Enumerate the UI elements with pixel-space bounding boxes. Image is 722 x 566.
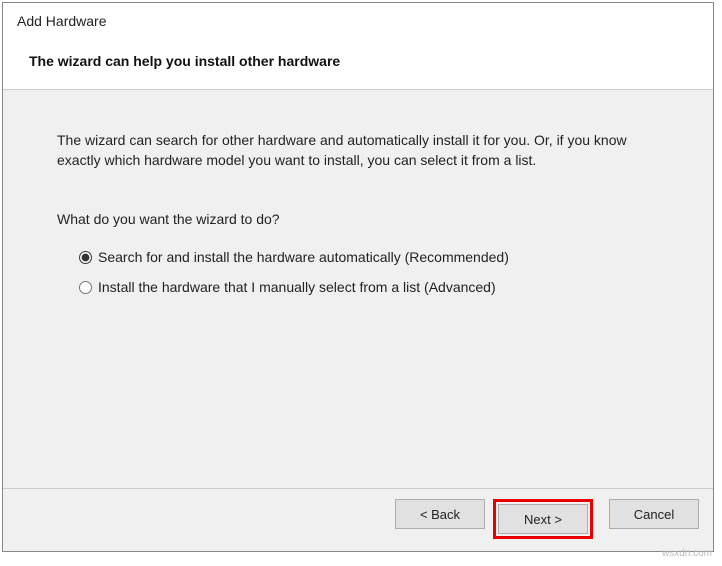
radio-manual-select[interactable] [79,281,92,294]
question-text: What do you want the wizard to do? [57,209,659,229]
option-manual-label: Install the hardware that I manually sel… [98,277,496,297]
cancel-button[interactable]: Cancel [609,499,699,529]
intro-text: The wizard can search for other hardware… [57,130,659,171]
next-button[interactable]: Next > [498,504,588,534]
option-search-automatic[interactable]: Search for and install the hardware auto… [79,247,659,267]
radio-search-automatic[interactable] [79,251,92,264]
dialog-header: Add Hardware The wizard can help you ins… [3,3,713,90]
dialog-title: Add Hardware [17,13,699,29]
option-search-label: Search for and install the hardware auto… [98,247,509,267]
option-manual-select[interactable]: Install the hardware that I manually sel… [79,277,659,297]
watermark-text: wsxdn.com [662,548,712,559]
back-button[interactable]: < Back [395,499,485,529]
dialog-footer: < Back Next > Cancel [3,488,713,551]
dialog-content: The wizard can search for other hardware… [3,90,713,488]
add-hardware-dialog: Add Hardware The wizard can help you ins… [2,2,714,552]
next-button-highlight: Next > [493,499,593,539]
dialog-subtitle: The wizard can help you install other ha… [29,53,699,69]
